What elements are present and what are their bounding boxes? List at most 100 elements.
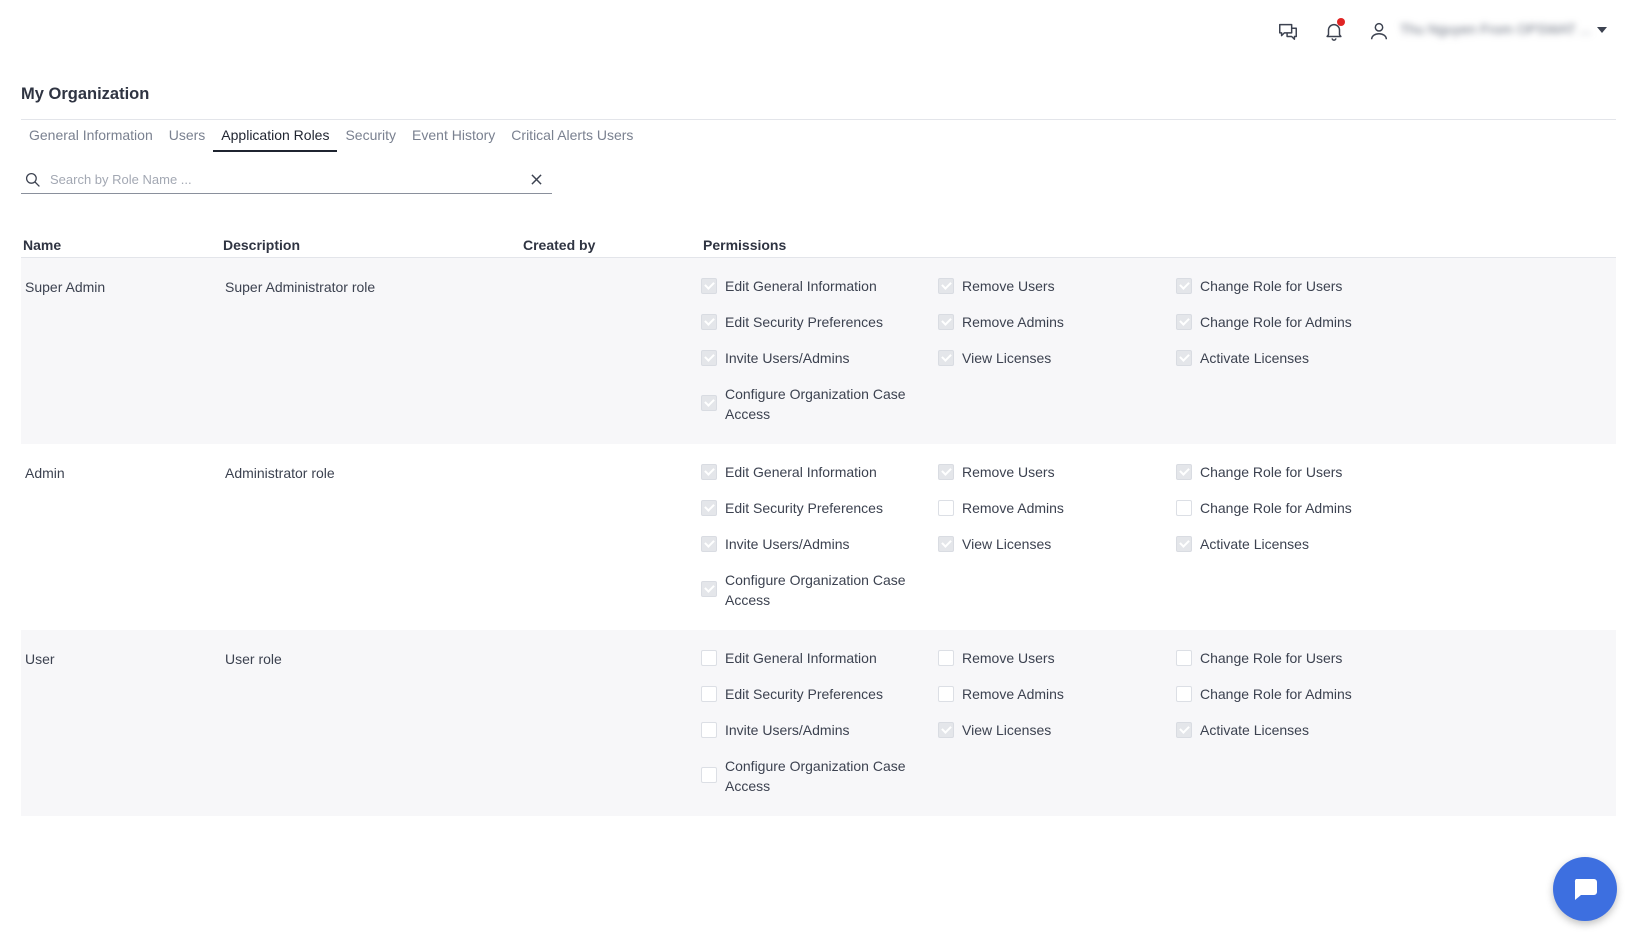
permission-view-licenses: View Licenses: [938, 348, 1147, 368]
permission-remove-admins: Remove Admins: [938, 312, 1147, 332]
search-icon: [23, 170, 43, 190]
role-name: User: [25, 651, 55, 667]
table-body: Super Admin Super Administrator role Edit …: [21, 258, 1616, 816]
permission-activate-licenses: Activate Licenses: [1176, 534, 1385, 554]
permission-label: Configure Organization Case Access: [725, 758, 906, 794]
permission-label: Remove Users: [962, 278, 1055, 294]
permission-checkbox[interactable]: [938, 722, 954, 738]
permission-label: Invite Users/Admins: [725, 722, 850, 738]
permission-change-role-for-users: Change Role for Users: [1176, 648, 1385, 668]
permission-checkbox[interactable]: [1176, 686, 1192, 702]
permission-checkbox[interactable]: [701, 650, 717, 666]
permission-checkbox[interactable]: [938, 686, 954, 702]
chat-button[interactable]: [1553, 857, 1617, 921]
permission-label: Change Role for Users: [1200, 278, 1343, 294]
search-input[interactable]: [50, 167, 526, 192]
permissions-grid: Edit General Information Remove Users Chan…: [701, 276, 1401, 436]
permission-view-licenses: View Licenses: [938, 534, 1147, 554]
permission-checkbox[interactable]: [938, 536, 954, 552]
tab-users[interactable]: Users: [161, 124, 214, 152]
permission-checkbox[interactable]: [938, 314, 954, 330]
permission-remove-users: Remove Users: [938, 276, 1147, 296]
permission-checkbox[interactable]: [701, 350, 717, 366]
user-name[interactable]: Thu Nguyen From OPSWAT ...: [1400, 21, 1590, 39]
permission-label: Activate Licenses: [1200, 536, 1309, 552]
column-header-permissions: Permissions: [703, 237, 787, 253]
permission-checkbox[interactable]: [938, 350, 954, 366]
permission-change-role-for-admins: Change Role for Admins: [1176, 684, 1385, 704]
permission-checkbox[interactable]: [1176, 464, 1192, 480]
permission-checkbox[interactable]: [701, 464, 717, 480]
permission-checkbox[interactable]: [701, 536, 717, 552]
table-row: Super Admin Super Administrator role Edit …: [21, 258, 1616, 444]
permission-checkbox[interactable]: [701, 722, 717, 738]
permission-label: Change Role for Users: [1200, 464, 1343, 480]
permission-change-role-for-users: Change Role for Users: [1176, 276, 1385, 296]
permission-remove-users: Remove Users: [938, 648, 1147, 668]
permission-checkbox[interactable]: [1176, 536, 1192, 552]
table-row: User User role Edit General Information Rem…: [21, 630, 1616, 816]
notifications-bell-icon[interactable]: [1321, 18, 1347, 44]
permission-label: Change Role for Admins: [1200, 314, 1352, 330]
permission-checkbox[interactable]: [1176, 650, 1192, 666]
permission-checkbox[interactable]: [701, 278, 717, 294]
permission-checkbox[interactable]: [701, 314, 717, 330]
permission-label: View Licenses: [962, 536, 1052, 552]
permission-edit-security-preferences: Edit Security Preferences: [701, 312, 910, 332]
permission-checkbox[interactable]: [1176, 314, 1192, 330]
permission-label: Edit General Information: [725, 650, 877, 666]
role-name: Admin: [25, 465, 65, 481]
messages-icon[interactable]: [1275, 18, 1301, 44]
permission-checkbox[interactable]: [938, 464, 954, 480]
role-description: Administrator role: [225, 465, 335, 481]
user-person-icon[interactable]: [1366, 18, 1392, 44]
permission-change-role-for-admins: Change Role for Admins: [1176, 498, 1385, 518]
permission-checkbox[interactable]: [1176, 278, 1192, 294]
permission-activate-licenses: Activate Licenses: [1176, 348, 1385, 368]
permission-remove-admins: Remove Admins: [938, 684, 1147, 704]
permission-checkbox[interactable]: [1176, 722, 1192, 738]
tab-critical-alerts-users[interactable]: Critical Alerts Users: [503, 124, 641, 152]
role-description: Super Administrator role: [225, 279, 376, 295]
permission-remove-admins: Remove Admins: [938, 498, 1147, 518]
permission-checkbox[interactable]: [1176, 500, 1192, 516]
table-header: Name Description Created by Permissions: [21, 232, 1616, 258]
permission-checkbox[interactable]: [701, 500, 717, 516]
permission-checkbox[interactable]: [938, 500, 954, 516]
permission-checkbox[interactable]: [938, 278, 954, 294]
chevron-down-icon[interactable]: [1594, 22, 1610, 38]
permission-configure-organization-case-access: Configure Organization Case Access: [701, 384, 910, 424]
close-icon[interactable]: [526, 170, 546, 190]
column-header-description: Description: [223, 237, 301, 253]
divider: [21, 119, 1616, 120]
permission-checkbox[interactable]: [701, 395, 717, 411]
tab-general-information[interactable]: General Information: [21, 124, 161, 152]
tab-event-history[interactable]: Event History: [404, 124, 503, 152]
permission-edit-security-preferences: Edit Security Preferences: [701, 684, 910, 704]
role-name: Super Admin: [25, 279, 106, 295]
tab-application-roles[interactable]: Application Roles: [213, 124, 338, 152]
permission-label: Configure Organization Case Access: [725, 572, 906, 608]
permission-label: Remove Admins: [962, 500, 1064, 516]
permission-label: Configure Organization Case Access: [725, 386, 906, 422]
permission-edit-general-information: Edit General Information: [701, 648, 910, 668]
permission-checkbox[interactable]: [701, 686, 717, 702]
permission-checkbox[interactable]: [701, 767, 717, 783]
permission-label: Change Role for Admins: [1200, 500, 1352, 516]
permission-invite-users-admins: Invite Users/Admins: [701, 720, 910, 740]
permission-configure-organization-case-access: Configure Organization Case Access: [701, 756, 910, 796]
permission-label: Edit Security Preferences: [725, 314, 883, 330]
permission-invite-users-admins: Invite Users/Admins: [701, 348, 910, 368]
role-description: User role: [225, 651, 282, 667]
permission-checkbox[interactable]: [1176, 350, 1192, 366]
permission-change-role-for-users: Change Role for Users: [1176, 462, 1385, 482]
tab-security[interactable]: Security: [337, 124, 404, 152]
permission-edit-general-information: Edit General Information: [701, 462, 910, 482]
permission-activate-licenses: Activate Licenses: [1176, 720, 1385, 740]
permission-label: View Licenses: [962, 722, 1052, 738]
permission-label: Activate Licenses: [1200, 350, 1309, 366]
permission-checkbox[interactable]: [938, 650, 954, 666]
permission-label: Remove Users: [962, 650, 1055, 666]
permission-checkbox[interactable]: [701, 581, 717, 597]
permission-configure-organization-case-access: Configure Organization Case Access: [701, 570, 910, 610]
